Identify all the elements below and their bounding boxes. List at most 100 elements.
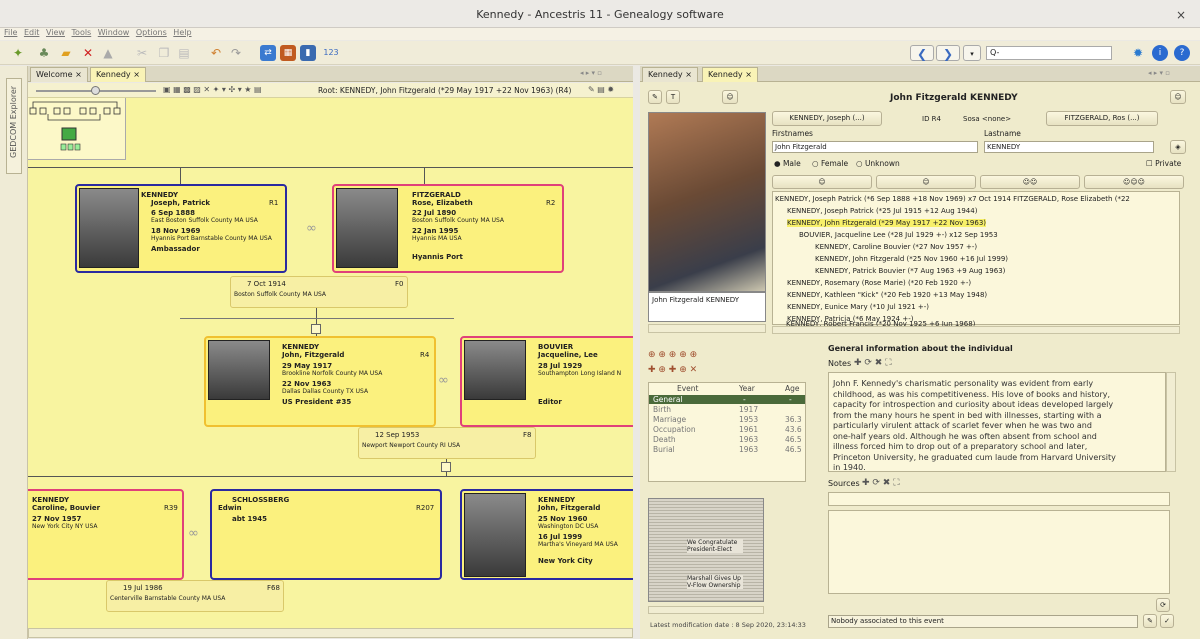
help-icon[interactable]: ? [1174,45,1190,61]
history-dropdown-icon[interactable]: ▾ [963,45,981,61]
redo-icon[interactable]: ↷ [228,45,244,61]
tab-kennedy-2[interactable]: Kennedy × [702,67,758,82]
add-father-button[interactable]: ☺ [772,175,872,189]
person-card-jacqueline[interactable]: BOUVIER Jacqueline, Lee 28 Jul 1929 Sout… [460,336,633,427]
menu-options[interactable]: Options [136,28,167,37]
event-name[interactable]: Occupation [653,425,696,434]
notes-scrollbar[interactable] [1166,372,1176,472]
zoom-slider-handle[interactable] [91,86,100,95]
info-icon[interactable]: i [1152,45,1168,61]
person-card-joseph[interactable]: KENNEDY Joseph, Patrick R1 6 Sep 1888 Ea… [75,184,287,273]
menu-edit[interactable]: Edit [24,28,40,37]
individual-icon[interactable]: ☺ [1170,90,1186,104]
person-card-john-jr[interactable]: KENNEDY John, Fitzgerald 25 Nov 1960 Was… [460,489,633,580]
tree-node-selected[interactable]: KENNEDY, John Fitzgerald (*29 May 1917 +… [787,219,987,227]
sex-female-radio[interactable]: ○ Female [812,159,848,168]
private-checkbox[interactable]: ☐ Private [1146,159,1181,168]
share-icon[interactable]: ⇄ [260,45,276,61]
add-spouse-button[interactable]: ☺☺ [980,175,1080,189]
family-tree-scrollbar[interactable] [772,326,1180,334]
text-icon[interactable]: T [666,90,680,104]
tree-node-child[interactable]: KENNEDY, Caroline Bouvier (*27 Nov 1957 … [815,243,977,251]
close-window-button[interactable]: × [1176,0,1186,30]
tree-node-sibling[interactable]: KENNEDY, Joseph Patrick (*25 Jul 1915 +1… [787,207,977,215]
menu-tools[interactable]: Tools [72,28,92,37]
family-card-f0[interactable]: 7 Oct 1914 F0 Boston Suffolk County MA U… [230,276,408,308]
edit-icon[interactable]: ✎ [648,90,662,104]
settings-gear-icon[interactable]: ✹ [1130,45,1146,61]
paste-icon[interactable]: ▤ [176,45,192,61]
notes-toolbar-icons[interactable]: ✚ ⟳ ✖ ⛶ [854,358,892,368]
family-card-f68[interactable]: 19 Jul 1986 F68 Centerville Barnstable C… [106,580,284,612]
tree-icon[interactable]: ♣ [36,45,52,61]
tree-node-sibling[interactable]: KENNEDY, Rosemary (Rose Marie) (*20 Feb … [787,279,971,287]
media-scrollbar[interactable] [648,606,764,614]
add-child-button[interactable]: ☺☺☺ [1084,175,1184,189]
associate-icon[interactable]: ✎ [1143,614,1157,628]
open-folder-icon[interactable]: ▰ [58,45,74,61]
tree-node-spouse[interactable]: BOUVIER, Jacqueline Lee (*28 Jul 1929 +-… [799,231,998,239]
close-icon[interactable]: ✕ [80,45,96,61]
tab-nav-controls[interactable]: ◂ ▸ ▾ ▫ [580,69,628,79]
grid-icon[interactable]: ▦ [280,45,296,61]
person-card-rose[interactable]: FITZGERALD Rose, Elizabeth R2 22 Jul 189… [332,184,564,273]
lastname-field[interactable]: KENNEDY [984,141,1154,153]
person-card-john[interactable]: KENNEDY John, Fitzgerald R4 29 May 1917 … [204,336,436,427]
tab-welcome[interactable]: Welcome × [30,67,88,82]
sex-male-radio[interactable]: ● Male [774,159,801,168]
numbering-icon[interactable]: 123 [320,45,342,61]
event-name[interactable]: Death [653,435,676,444]
book-icon[interactable]: ▮ [300,45,316,61]
sources-toolbar-icons[interactable]: ✚ ⟳ ✖ ⛶ [862,478,900,488]
person-photo[interactable] [648,112,766,292]
new-genealogy-icon[interactable]: ✦ [10,45,26,61]
add-mother-button[interactable]: ☺ [876,175,976,189]
tree-overview-thumbnail[interactable] [28,98,126,160]
tree-node-sibling[interactable]: KENNEDY, Eunice Mary (*10 Jul 1921 +-) [787,303,929,311]
tree-node-parents[interactable]: KENNEDY, Joseph Patrick (*6 Sep 1888 +18… [775,195,1130,203]
refresh-icon[interactable]: ⟳ [1156,598,1170,612]
event-name[interactable]: Burial [653,445,675,454]
tree-tool-icons[interactable]: ▣ ▦ ▩ ▨ ✕ ✦ ▾ ✣ ▾ ★ ▤ [163,85,262,94]
firstname-field[interactable]: John Fitzgerald [772,141,978,153]
tab-kennedy-1[interactable]: Kennedy × [642,67,698,82]
sources-field[interactable] [828,492,1170,506]
menu-window[interactable]: Window [98,28,130,37]
menu-view[interactable]: View [46,28,65,37]
tree-node-child[interactable]: KENNEDY, John Fitzgerald (*25 Nov 1960 +… [815,255,1008,263]
forward-button[interactable]: ❯ [936,45,960,61]
search-input[interactable]: Q- [986,46,1112,60]
validate-icon[interactable]: ✓ [1160,614,1174,628]
father-button[interactable]: KENNEDY, Joseph (...) [772,111,882,126]
tab-kennedy-tree[interactable]: Kennedy × [90,67,146,82]
event-name[interactable]: Marriage [653,415,686,424]
person-card-caroline[interactable]: KENNEDY Caroline, Bouvier R39 27 Nov 195… [28,489,184,580]
undo-icon[interactable]: ↶ [208,45,224,61]
tree-extra-icons[interactable]: ✎ ▤ ✹ [588,85,614,94]
tab-nav-controls[interactable]: ◂ ▸ ▾ ▫ [1148,69,1196,79]
cut-icon[interactable]: ✂ [134,45,150,61]
person-card-edwin[interactable]: SCHLOSSBERG Edwin R207 abt 1945 [210,489,442,580]
sources-area[interactable] [828,510,1170,594]
menu-file[interactable]: File [4,28,17,37]
sex-unknown-radio[interactable]: ○ Unknown [856,159,900,168]
tree-horizontal-scrollbar[interactable] [28,628,633,638]
tree-node-sibling[interactable]: KENNEDY, Kathleen "Kick" (*20 Feb 1920 +… [787,291,987,299]
event-type-icons[interactable]: ⊕ ⊕ ⊕ ⊕ ⊕ ✚ ⊕ ✚ ⊕ ✕ [648,348,764,380]
tree-node-child[interactable]: KENNEDY, Patrick Bouvier (*7 Aug 1963 +9… [815,267,1005,275]
associations-select[interactable]: Nobody associated to this event [828,615,1138,628]
photo-scrollbar[interactable] [648,324,766,333]
individual-icon[interactable]: ☺ [722,90,738,104]
save-icon[interactable]: ▲ [100,45,116,61]
expand-toggle[interactable] [441,462,451,472]
copy-icon[interactable]: ❐ [156,45,172,61]
back-button[interactable]: ❮ [910,45,934,61]
expand-toggle[interactable] [311,324,321,334]
menu-help[interactable]: Help [173,28,191,37]
event-name[interactable]: Birth [653,405,671,414]
name-settings-icon[interactable]: ◈ [1170,140,1186,154]
newspaper-image[interactable]: We Congratulate President-Elect Marshall… [648,498,764,602]
notes-area[interactable]: John F. Kennedy's charismatic personalit… [828,372,1166,472]
mother-button[interactable]: FITZGERALD, Ros (...) [1046,111,1158,126]
family-card-f8[interactable]: 12 Sep 1953 F8 Newport Newport County RI… [358,427,536,459]
